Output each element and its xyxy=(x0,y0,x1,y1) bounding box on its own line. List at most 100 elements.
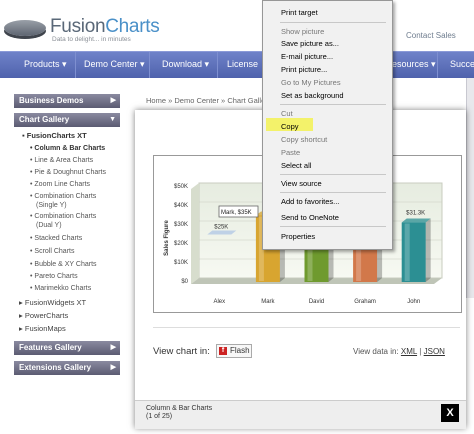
logo-text[interactable]: FusionCharts xyxy=(50,16,160,38)
ctx-separator xyxy=(280,104,386,105)
sidebar-link-marimekko[interactable]: • Marimekko Charts xyxy=(30,285,91,292)
sidebar-link-zoom-line[interactable]: • Zoom Line Charts xyxy=(30,181,90,188)
ctx-print-target[interactable]: Print target xyxy=(281,8,318,17)
chevron-right-icon: ▶ xyxy=(110,364,116,371)
nav-resources[interactable]: esources ▾ xyxy=(392,52,438,78)
sidebar-link-single-y[interactable]: (Single Y) xyxy=(36,202,67,209)
sidebar-link-line-area[interactable]: • Line & Area Charts xyxy=(30,157,93,164)
sidebar-fusionmaps[interactable]: ▸ FusionMaps xyxy=(19,324,66,333)
y-tick-label: $10K xyxy=(174,260,188,266)
chevron-down-icon: ▼ xyxy=(109,116,116,123)
ctx-copy-shortcut[interactable]: Copy shortcut xyxy=(281,135,327,144)
y-tick-label: $0 xyxy=(181,279,188,285)
sidebar-link-bubble-xy[interactable]: • Bubble & XY Charts xyxy=(30,261,97,268)
ctx-paste[interactable]: Paste xyxy=(281,148,300,157)
tagline: Data to delight... in minutes xyxy=(52,36,131,43)
ctx-cut[interactable]: Cut xyxy=(281,109,293,118)
data-label: $31.3K xyxy=(406,211,425,217)
footer-title: Column & Bar Charts xyxy=(146,405,213,412)
nav-license[interactable]: License xyxy=(218,52,262,78)
x-tick-label: David xyxy=(309,299,324,305)
sidebar-link-scroll[interactable]: • Scroll Charts xyxy=(30,248,74,255)
chart-canvas-side xyxy=(191,183,199,284)
chevron-down-icon: ▾ xyxy=(140,59,145,69)
sidebar-fusionwidgets[interactable]: ▸ FusionWidgets XT xyxy=(19,298,86,307)
sidebar-powercharts[interactable]: ▸ PowerCharts xyxy=(19,311,68,320)
sidebar-link-combination-dual[interactable]: • Combination Charts xyxy=(30,213,96,220)
breadcrumb: Home » Demo Center » Chart Galle xyxy=(146,96,266,105)
bar-john[interactable] xyxy=(401,218,431,282)
sidebar-chart-gallery[interactable]: Chart Gallery ▼ xyxy=(14,113,120,127)
data-label: $25K xyxy=(214,225,228,231)
ctx-select-all[interactable]: Select all xyxy=(281,161,311,170)
tooltip-text: Mark, $35K xyxy=(221,210,252,216)
y-tick-label: $50K xyxy=(174,184,188,190)
sidebar-link-combination-single[interactable]: • Combination Charts xyxy=(30,193,96,200)
breadcrumb-home[interactable]: Home xyxy=(146,96,166,105)
ctx-go-to-my-pictures[interactable]: Go to My Pictures xyxy=(281,78,341,87)
json-link[interactable]: JSON xyxy=(424,347,445,356)
chevron-down-icon: ▾ xyxy=(431,59,436,69)
ctx-copy[interactable]: Copy xyxy=(281,122,299,131)
breadcrumb-chart-gallery[interactable]: Chart Galle xyxy=(227,96,265,105)
ctx-add-to-favorites[interactable]: Add to favorites... xyxy=(281,197,339,206)
sidebar-features-gallery[interactable]: Features Gallery ▶ xyxy=(14,341,120,355)
sidebar-link-pareto[interactable]: • Pareto Charts xyxy=(30,273,78,280)
ctx-properties[interactable]: Properties xyxy=(281,232,315,241)
xml-link[interactable]: XML xyxy=(401,347,417,356)
y-axis-title: Sales Figure xyxy=(164,220,170,256)
flash-icon: f xyxy=(219,347,227,355)
modal-divider xyxy=(153,327,460,328)
ctx-save-picture[interactable]: Save picture as... xyxy=(281,39,339,48)
sidebar-link-column-bar[interactable]: • Column & Bar Charts xyxy=(30,145,105,152)
view-data-row: View data in: XML | JSON xyxy=(353,347,445,356)
main-nav: Products ▾ Demo Center ▾ Download ▾ Lice… xyxy=(0,51,474,78)
ctx-view-source[interactable]: View source xyxy=(281,179,322,188)
sidebar-link-dual-y[interactable]: (Dual Y) xyxy=(36,222,62,229)
y-axis-ticks: $0 $10K $20K $30K $40K $50K xyxy=(174,184,189,285)
nav-products[interactable]: Products ▾ xyxy=(14,52,76,78)
chevron-down-icon: ▾ xyxy=(204,59,210,69)
ctx-print-picture[interactable]: Print picture... xyxy=(281,65,327,74)
sidebar-fusioncharts-xt[interactable]: ▪ FusionCharts XT xyxy=(22,131,87,140)
close-button[interactable]: X xyxy=(441,404,459,422)
right-edge-panel xyxy=(466,78,474,298)
view-data-label: View data in: xyxy=(353,347,399,356)
x-tick-label: Graham xyxy=(354,299,376,305)
breadcrumb-demo-center[interactable]: Demo Center xyxy=(174,96,219,105)
sidebar-link-stacked[interactable]: • Stacked Charts xyxy=(30,235,82,242)
chevron-right-icon: ▶ xyxy=(110,344,116,351)
ctx-send-to-onenote[interactable]: Send to OneNote xyxy=(281,213,339,222)
sidebar-link-pie-doughnut[interactable]: • Pie & Doughnut Charts xyxy=(30,169,106,176)
view-chart-label: View chart in: xyxy=(153,346,210,357)
x-tick-label: Mark xyxy=(261,299,275,305)
footer-count: (1 of 25) xyxy=(146,413,173,420)
ctx-show-picture[interactable]: Show picture xyxy=(281,27,324,36)
chart-tooltip: Mark, $35K xyxy=(218,205,259,218)
ctx-email-picture[interactable]: E-mail picture... xyxy=(281,52,333,61)
nav-success[interactable]: Succe xyxy=(444,52,474,78)
logo-text-part1: Fusion xyxy=(50,16,106,37)
bar-alex[interactable] xyxy=(207,230,237,235)
ctx-set-as-background[interactable]: Set as background xyxy=(281,91,344,100)
y-tick-label: $40K xyxy=(174,203,188,209)
link-separator: | xyxy=(419,347,422,356)
ctx-separator xyxy=(280,192,386,193)
x-tick-label: Alex xyxy=(213,299,225,305)
chevron-right-icon: ▶ xyxy=(110,97,116,104)
contact-sales-link[interactable]: Contact Sales xyxy=(406,31,456,40)
ctx-separator xyxy=(280,226,386,227)
y-tick-label: $30K xyxy=(174,222,188,228)
sidebar-business-demos[interactable]: Business Demos ▶ xyxy=(14,94,120,108)
logo-icon[interactable] xyxy=(4,20,46,36)
flash-button[interactable]: f Flash xyxy=(216,344,252,358)
nav-download[interactable]: Download ▾ xyxy=(150,52,218,78)
ctx-separator xyxy=(280,174,386,175)
flash-button-label: Flash xyxy=(230,346,250,355)
sidebar-extensions-gallery[interactable]: Extensions Gallery ▶ xyxy=(14,361,120,375)
context-menu-items: Print target Show picture Save picture a… xyxy=(262,0,391,248)
logo-text-part2: Charts xyxy=(105,16,160,37)
x-tick-label: John xyxy=(407,299,420,305)
ctx-separator xyxy=(280,22,386,23)
nav-demo-center[interactable]: Demo Center ▾ xyxy=(76,52,150,78)
